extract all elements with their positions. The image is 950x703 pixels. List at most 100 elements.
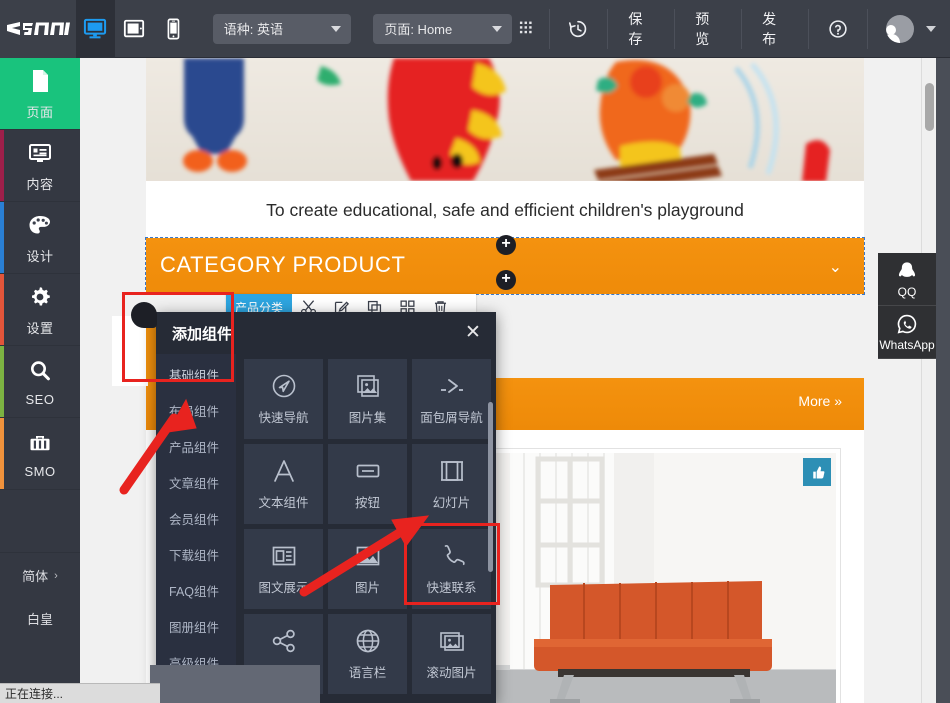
search-icon: [31, 360, 50, 380]
add-component-header: 添加组件 ✕: [156, 312, 496, 354]
component-breadcrumb[interactable]: 面包屑导航: [412, 359, 491, 439]
canvas-scrollbar-thumb[interactable]: [925, 83, 934, 131]
sidebar-accent-bar: [0, 274, 4, 345]
panel-scrollbar[interactable]: [488, 402, 493, 703]
floating-contact-widgets: QQ WhatsApp: [878, 253, 936, 359]
component-quick-nav[interactable]: 快速导航: [244, 359, 323, 439]
sidebar-item-settings[interactable]: 设置: [0, 274, 80, 346]
page-select-value: 页面: Home: [384, 22, 453, 37]
right-gutter: [936, 58, 950, 703]
component-language-bar[interactable]: 语言栏: [328, 614, 407, 694]
panel-scrollbar-thumb[interactable]: [488, 402, 493, 572]
language-select[interactable]: 语种: 英语: [212, 13, 352, 44]
thumbs-up-badge[interactable]: [803, 458, 831, 486]
component-button[interactable]: 按钮: [328, 444, 407, 524]
sofa-room-artwork: [496, 453, 836, 703]
component-category-member[interactable]: 会员组件: [156, 500, 236, 536]
add-section-below-button[interactable]: +: [496, 270, 516, 290]
globe-icon: [356, 629, 379, 653]
hero-artwork: [146, 58, 864, 181]
question-circle-icon: [829, 19, 847, 38]
sidebar-item-pages[interactable]: 页面: [0, 58, 80, 130]
page-select[interactable]: 页面: Home: [373, 13, 512, 44]
grid-dots-icon[interactable]: [519, 20, 536, 38]
selection-marker: [131, 302, 157, 328]
chevron-down-icon[interactable]: ⌄: [829, 257, 842, 277]
qq-icon: [898, 261, 916, 277]
sidebar-accent-bar: [0, 202, 4, 273]
share-icon: [272, 629, 295, 653]
app-logo[interactable]: [0, 0, 76, 58]
hero-banner-image[interactable]: [146, 58, 864, 181]
component-scroll-image[interactable]: 滚动图片: [412, 614, 491, 694]
text-a-icon: [273, 460, 294, 482]
hero-tagline-text: To create educational, safe and efficien…: [266, 199, 744, 220]
chevron-down-icon: [925, 25, 936, 32]
component-label: 文本组件: [258, 496, 309, 510]
canvas-scrollbar[interactable]: [921, 58, 936, 703]
publish-button[interactable]: 发布: [742, 0, 808, 58]
sidebar-label-smo: SMO: [24, 463, 56, 479]
category-product-title: CATEGORY PRODUCT: [160, 252, 406, 277]
mobile-icon: [167, 18, 180, 39]
widget-qq[interactable]: QQ: [878, 253, 936, 306]
breadcrumb-icon: [440, 379, 463, 393]
component-image-set[interactable]: 图片集: [328, 359, 407, 439]
widget-whatsapp-label: WhatsApp: [879, 337, 935, 352]
thumbs-up-icon: [812, 466, 824, 478]
preview-button[interactable]: 预览: [675, 0, 741, 58]
chevron-right-icon: ›: [54, 569, 58, 582]
add-component-panel[interactable]: 添加组件 ✕ 基础组件 布局组件 产品组件 文章组件 会员组件 下载组件 FAQ…: [156, 312, 496, 703]
widget-whatsapp[interactable]: WhatsApp: [878, 306, 936, 359]
component-category-album[interactable]: 图册组件: [156, 608, 236, 644]
component-label: 快速导航: [258, 411, 309, 425]
component-quick-contact[interactable]: 快速联系: [412, 529, 491, 609]
sidebar-item-design[interactable]: 设计: [0, 202, 80, 274]
component-category-product[interactable]: 产品组件: [156, 428, 236, 464]
component-slideshow[interactable]: 幻灯片: [412, 444, 491, 524]
component-category-faq[interactable]: FAQ组件: [156, 572, 236, 608]
widget-qq-label: QQ: [897, 284, 917, 299]
content-icon: [29, 143, 51, 162]
component-grid: 快速导航 图片集 面包屑导航 文本组件 按钮 幻灯片 图文展示 图片 快速联系 …: [236, 354, 496, 703]
component-label: 图文展示: [258, 581, 309, 595]
component-category-article[interactable]: 文章组件: [156, 464, 236, 500]
component-category-download[interactable]: 下载组件: [156, 536, 236, 572]
product-card[interactable]: [491, 448, 841, 703]
close-icon[interactable]: ✕: [462, 322, 484, 344]
component-text[interactable]: 文本组件: [244, 444, 323, 524]
component-article-layout[interactable]: 图文展示: [244, 529, 323, 609]
component-category-nav: 基础组件 布局组件 产品组件 文章组件 会员组件 下载组件 FAQ组件 图册组件…: [156, 354, 236, 703]
account-menu[interactable]: [868, 14, 950, 43]
component-label: 幻灯片: [432, 496, 471, 510]
briefcase-icon: [30, 435, 50, 450]
desktop-icon: [84, 18, 107, 38]
history-icon: [569, 20, 587, 37]
sidebar-item-seo[interactable]: SEO: [0, 346, 80, 418]
sidebar-item-content[interactable]: 内容: [0, 130, 80, 202]
save-button[interactable]: 保存: [608, 0, 674, 58]
hero-tagline[interactable]: To create educational, safe and efficien…: [146, 181, 864, 239]
help-button[interactable]: [809, 0, 867, 58]
more-link[interactable]: More »: [798, 393, 842, 409]
sidebar-language-toggle[interactable]: 简体 ›: [0, 552, 80, 598]
sidebar-label-content: 内容: [26, 176, 54, 192]
device-desktop-button[interactable]: [76, 0, 115, 58]
device-tablet-button[interactable]: [115, 0, 154, 58]
sidebar-item-smo[interactable]: SMO: [0, 418, 80, 490]
component-category-layout[interactable]: 布局组件: [156, 392, 236, 428]
component-category-basic[interactable]: 基础组件: [156, 356, 236, 392]
avatar: [885, 14, 914, 43]
add-section-above-button[interactable]: +: [496, 235, 516, 255]
sidebar-label-design: 设计: [26, 248, 54, 264]
component-image[interactable]: 图片: [328, 529, 407, 609]
gear-icon: [32, 286, 50, 305]
language-select-value: 语种: 英语: [223, 22, 283, 37]
component-label: 图片集: [348, 411, 387, 425]
add-component-title: 添加组件: [172, 325, 233, 343]
device-mobile-button[interactable]: [154, 0, 193, 58]
left-sidebar: 页面 内容 设计 设置 SEO SMO 简体 › 白皇: [0, 58, 80, 703]
history-button[interactable]: [549, 0, 607, 58]
product-image[interactable]: [496, 453, 836, 703]
